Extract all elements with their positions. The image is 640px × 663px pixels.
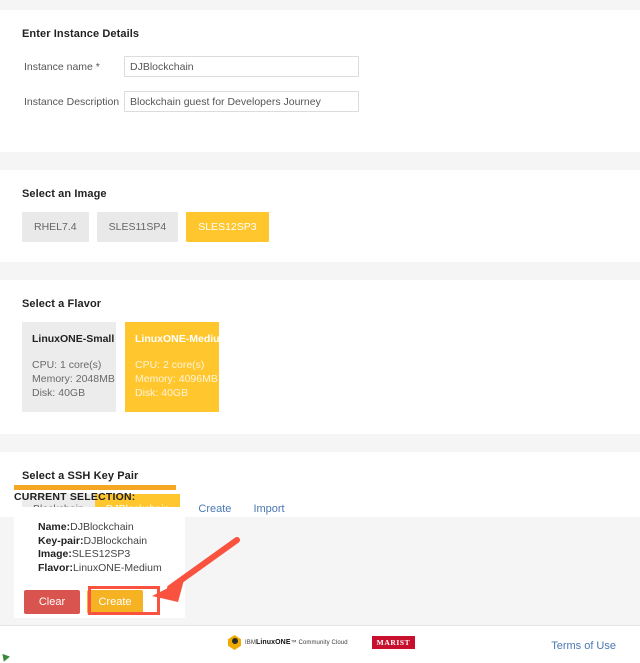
section-select-flavor: Select a Flavor LinuxONE-Small CPU: 1 co…: [0, 280, 640, 434]
page-root: Enter Instance Details Instance name * I…: [0, 0, 640, 663]
ssh-import-key-link[interactable]: Import: [253, 503, 284, 515]
form-row-instance-name: Instance name *: [0, 56, 640, 77]
flavor-option-list: LinuxONE-Small CPU: 1 core(s) Memory: 20…: [0, 310, 640, 434]
image-option-sles12sp3[interactable]: SLES12SP3: [186, 212, 269, 242]
section-title-select-flavor: Select a Flavor: [22, 298, 102, 310]
image-option-sles11sp4[interactable]: SLES11SP4: [96, 212, 179, 242]
clear-button[interactable]: Clear: [24, 590, 80, 614]
current-selection-keypair-value: DJBlockchain: [83, 534, 148, 547]
form-row-instance-description: Instance Description: [0, 91, 640, 112]
ssh-key-links: Create Import: [198, 503, 284, 515]
current-selection-flavor-value: LinuxONE-Medium: [73, 561, 162, 574]
terms-of-use-link[interactable]: Terms of Use: [551, 640, 616, 652]
image-option-rhel74[interactable]: RHEL7.4: [22, 212, 89, 242]
flavor-cpu-medium: CPU: 2 core(s): [135, 359, 205, 371]
current-selection-image-value: SLES12SP3: [71, 548, 131, 560]
current-selection-flavor: Flavor:LinuxONE-Medium: [38, 562, 185, 576]
section-title-instance-details: Enter Instance Details: [22, 28, 140, 40]
create-button[interactable]: Create: [87, 590, 143, 614]
top-spacer-band: [0, 0, 640, 10]
flavor-card-linuxone-medium[interactable]: LinuxONE-Medium CPU: 2 core(s) Memory: 4…: [125, 322, 229, 412]
instance-name-input[interactable]: [124, 56, 359, 77]
current-selection-name: Name:DJBlockchain: [38, 521, 185, 535]
flavor-memory-small: Memory: 2048MB: [32, 373, 115, 385]
current-selection-actions: Clear Create: [24, 590, 143, 614]
footer-ibm-suffix: ™ Community Cloud: [290, 640, 348, 646]
image-option-list: RHEL7.4 SLES11SP4 SLES12SP3: [0, 200, 640, 262]
instance-description-input[interactable]: [124, 91, 359, 112]
ssh-create-key-link[interactable]: Create: [198, 503, 231, 515]
separator-band-2: [0, 262, 640, 280]
current-selection-image: Image:SLES12SP3: [38, 548, 185, 562]
flavor-disk-medium: Disk: 40GB: [135, 387, 189, 399]
footer-ibm-prefix: IBM: [245, 640, 256, 646]
current-selection-accent-bar: [14, 485, 176, 490]
page-footer: IBMLinuxONE™ Community Cloud MARIST Term…: [0, 625, 640, 662]
current-selection-name-value: DJBlockchain: [70, 521, 134, 533]
current-selection-flavor-key: Flavor:: [38, 561, 74, 574]
flavor-card-linuxone-small[interactable]: LinuxONE-Small CPU: 1 core(s) Memory: 20…: [22, 322, 116, 412]
current-selection-name-key: Name:: [38, 521, 71, 533]
current-selection-keypair: Key-pair:DJBlockchain: [38, 535, 185, 549]
current-selection-keypair-key: Key-pair:: [38, 534, 84, 547]
flavor-memory-medium: Memory: 4096MB: [135, 373, 218, 385]
flavor-name-medium: LinuxONE-Medium: [135, 333, 229, 345]
footer-ibm-brand: LinuxONE: [255, 639, 291, 646]
flavor-cpu-small: CPU: 1 core(s): [32, 359, 102, 371]
section-title-select-ssh-key: Select a SSH Key Pair: [22, 470, 139, 482]
flavor-disk-small: Disk: 40GB: [32, 387, 86, 399]
flavor-name-small: LinuxONE-Small: [32, 333, 115, 345]
section-instance-details: Enter Instance Details Instance name * I…: [0, 10, 640, 152]
current-selection-image-key: Image:: [38, 548, 72, 560]
marist-logo: MARIST: [371, 636, 416, 649]
label-instance-name: Instance name *: [24, 60, 100, 73]
linuxone-logo-icon: [228, 635, 241, 650]
label-instance-description: Instance Description: [24, 95, 120, 108]
section-select-image: Select an Image RHEL7.4 SLES11SP4 SLES12…: [0, 170, 640, 262]
section-title-select-image: Select an Image: [22, 188, 107, 200]
separator-band-3: [0, 434, 640, 452]
current-selection-title: CURRENT SELECTION:: [14, 491, 136, 503]
instance-details-form: Instance name * Instance Description: [0, 40, 640, 152]
footer-brand-text: IBMLinuxONE™ Community Cloud: [245, 639, 348, 646]
separator-band-1: [0, 152, 640, 170]
current-selection-list: Name:DJBlockchain Key-pair:DJBlockchain …: [14, 507, 185, 575]
footer-brand-group: IBMLinuxONE™ Community Cloud MARIST: [228, 635, 416, 650]
